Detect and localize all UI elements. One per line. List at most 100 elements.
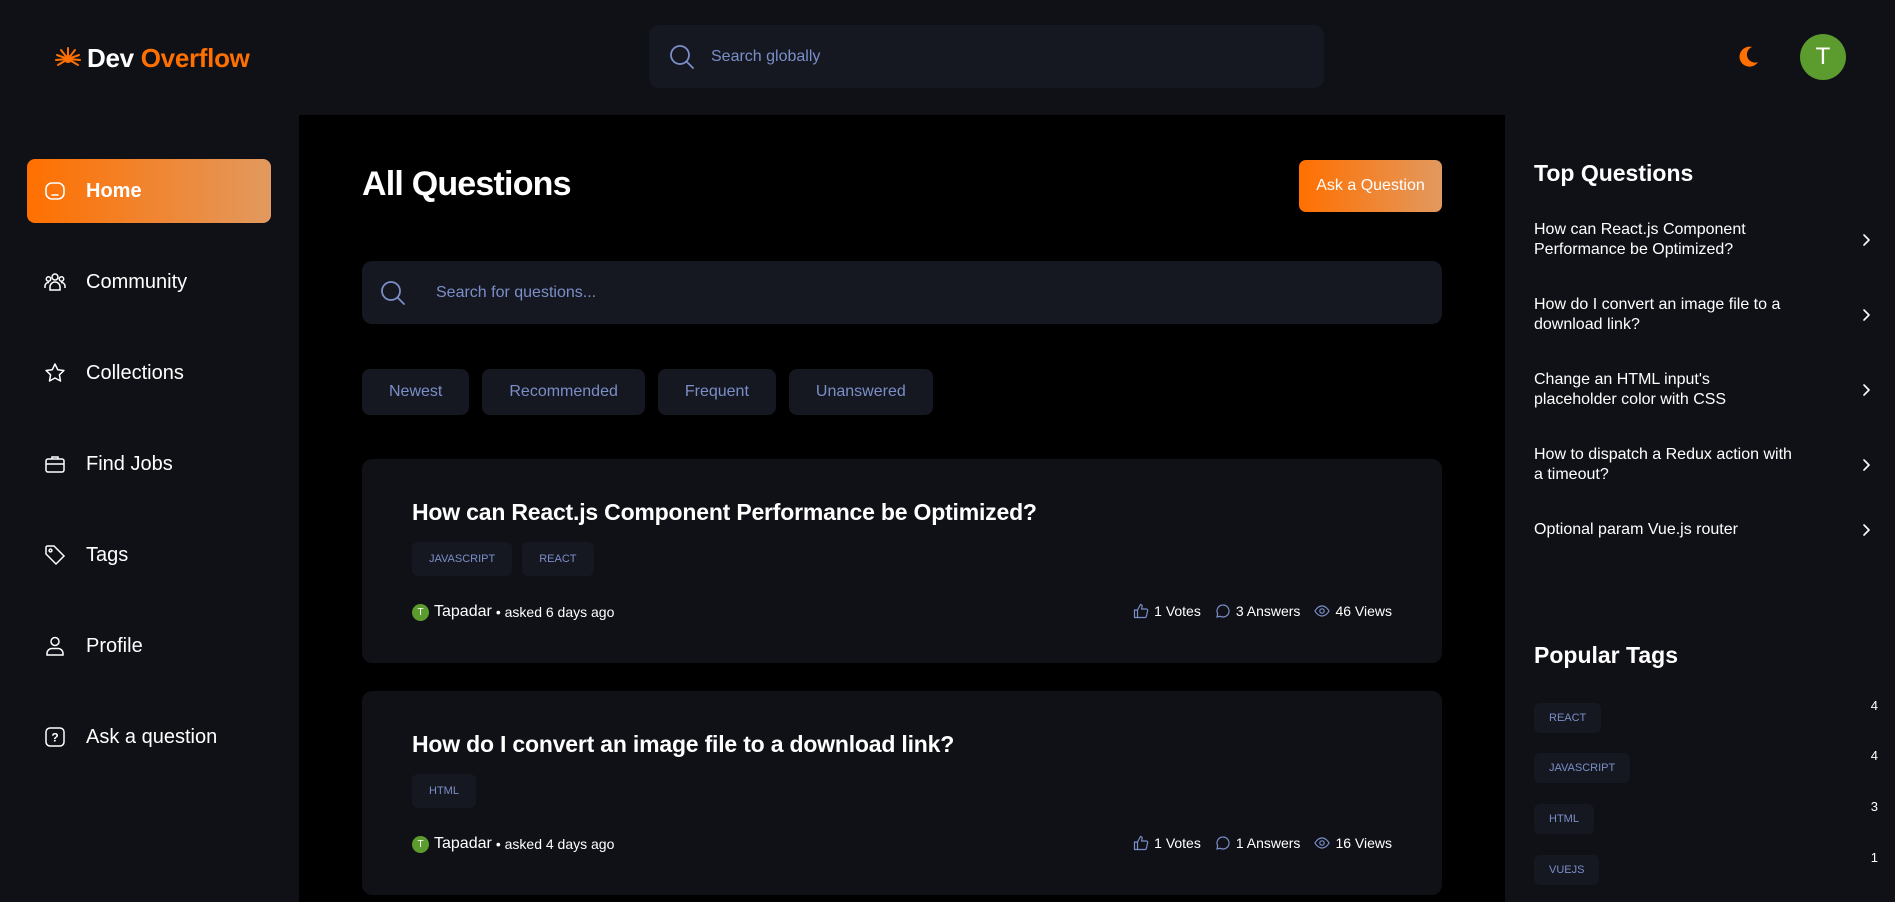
sidebar-item-label: Find Jobs bbox=[86, 452, 173, 475]
filter-newest[interactable]: Newest bbox=[362, 369, 470, 415]
global-search-input[interactable] bbox=[711, 47, 1324, 66]
popular-tag[interactable]: HTML bbox=[1534, 804, 1594, 834]
top-question-item[interactable]: Optional param Vue.js router bbox=[1534, 520, 1874, 540]
sidebar-item-label: Profile bbox=[86, 634, 143, 657]
top-question-text: Change an HTML input's placeholder color… bbox=[1534, 371, 1727, 408]
page-title: All Questions bbox=[362, 165, 572, 203]
author-name[interactable]: Tapadar bbox=[434, 835, 492, 853]
answers-stat: 1 Answers bbox=[1215, 835, 1301, 851]
answers-stat: 3 Answers bbox=[1215, 603, 1301, 619]
popular-tag[interactable]: VUEJS bbox=[1534, 855, 1600, 885]
sidebar-item-home[interactable]: Home bbox=[27, 159, 271, 223]
sunburst-logo-icon bbox=[53, 44, 83, 74]
answers-count: 3 Answers bbox=[1235, 603, 1301, 619]
question-meta: T Tapadar • asked 6 days ago bbox=[412, 603, 614, 621]
top-question-text: How can React.js Component Performance b… bbox=[1534, 221, 1746, 258]
logo[interactable]: Dev Overflow bbox=[53, 43, 250, 74]
thumbs-up-icon bbox=[1133, 835, 1149, 851]
sidebar-item-collections[interactable]: Collections bbox=[27, 341, 271, 405]
sidebar-item-label: Tags bbox=[86, 543, 129, 566]
sidebar-item-label: Community bbox=[86, 270, 188, 293]
question-card: How do I convert an image file to a down… bbox=[362, 691, 1442, 895]
sidebar-item-find-jobs[interactable]: Find Jobs bbox=[27, 432, 271, 496]
chevron-right-icon bbox=[1858, 232, 1874, 248]
right-sidebar: Top Questions How can React.js Component… bbox=[1505, 115, 1895, 902]
sidebar-item-label: Ask a question bbox=[86, 725, 218, 748]
star-icon bbox=[44, 362, 66, 384]
search-icon bbox=[669, 44, 695, 70]
author-avatar[interactable]: T bbox=[412, 835, 429, 853]
sidebar-item-tags[interactable]: Tags bbox=[27, 523, 271, 587]
asked-time: • asked 6 days ago bbox=[495, 604, 615, 620]
question-search-bar[interactable] bbox=[362, 261, 1442, 324]
sidebar-item-ask-question[interactable]: ? Ask a question bbox=[27, 705, 271, 769]
author-name[interactable]: Tapadar bbox=[434, 603, 492, 621]
sidebar-item-label: Home bbox=[86, 179, 142, 202]
home-icon bbox=[44, 180, 66, 202]
popular-tag-count: 1 bbox=[1870, 850, 1878, 865]
question-icon: ? bbox=[44, 726, 66, 748]
tag-badge[interactable]: HTML bbox=[412, 774, 476, 808]
author-avatar[interactable]: T bbox=[412, 603, 429, 621]
chevron-right-icon bbox=[1858, 457, 1874, 473]
top-question-text: Optional param Vue.js router bbox=[1534, 521, 1738, 538]
popular-tag[interactable]: REACT bbox=[1534, 703, 1602, 733]
eye-icon bbox=[1314, 835, 1331, 851]
top-question-text: How do I convert an image file to a down… bbox=[1534, 296, 1781, 333]
votes-count: 1 Votes bbox=[1154, 603, 1201, 619]
popular-tag-count: 3 bbox=[1870, 799, 1878, 814]
sidebar-item-community[interactable]: Community bbox=[27, 250, 271, 314]
filter-recommended[interactable]: Recommended bbox=[482, 369, 645, 415]
question-search-input[interactable] bbox=[436, 283, 1442, 302]
svg-text:?: ? bbox=[51, 731, 58, 745]
chevron-right-icon bbox=[1858, 382, 1874, 398]
question-title[interactable]: How can React.js Component Performance b… bbox=[412, 499, 1037, 526]
tag-badge[interactable]: REACT bbox=[522, 542, 594, 576]
filter-bar: Newest Recommended Frequent Unanswered bbox=[362, 369, 933, 415]
top-questions-title: Top Questions bbox=[1534, 160, 1694, 186]
sidebar-item-profile[interactable]: Profile bbox=[27, 614, 271, 678]
user-icon bbox=[44, 635, 66, 657]
users-icon bbox=[44, 271, 66, 293]
votes-stat: 1 Votes bbox=[1133, 603, 1201, 619]
avatar[interactable]: T bbox=[1800, 34, 1846, 80]
global-search-bar[interactable] bbox=[649, 25, 1324, 88]
logo-word-overflow: Overflow bbox=[140, 43, 250, 73]
top-question-item[interactable]: How to dispatch a Redux action with a ti… bbox=[1534, 445, 1874, 485]
logo-word-dev: Dev bbox=[87, 43, 134, 73]
left-sidebar: Home Community Collections Find Jobs Tag… bbox=[0, 115, 299, 902]
top-question-item[interactable]: How can React.js Component Performance b… bbox=[1534, 220, 1874, 260]
votes-count: 1 Votes bbox=[1154, 835, 1201, 851]
popular-tags-title: Popular Tags bbox=[1534, 642, 1678, 668]
answers-count: 1 Answers bbox=[1235, 835, 1301, 851]
views-count: 46 Views bbox=[1335, 603, 1392, 619]
popular-tag-count: 4 bbox=[1870, 698, 1878, 713]
filter-frequent[interactable]: Frequent bbox=[657, 369, 776, 415]
ask-question-button[interactable]: Ask a Question bbox=[1299, 160, 1442, 212]
chevron-right-icon bbox=[1858, 307, 1874, 323]
message-icon bbox=[1215, 835, 1231, 851]
moon-icon[interactable] bbox=[1735, 44, 1761, 70]
logo-text: Dev Overflow bbox=[87, 43, 250, 74]
question-card: How can React.js Component Performance b… bbox=[362, 459, 1442, 663]
search-icon bbox=[380, 280, 406, 306]
briefcase-icon bbox=[44, 453, 66, 475]
filter-unanswered[interactable]: Unanswered bbox=[788, 369, 933, 415]
question-meta: T Tapadar • asked 4 days ago bbox=[412, 835, 614, 853]
top-navbar: Dev Overflow T bbox=[0, 0, 1895, 115]
question-title[interactable]: How do I convert an image file to a down… bbox=[412, 731, 954, 758]
tag-icon bbox=[44, 544, 66, 566]
popular-tag[interactable]: JAVASCRIPT bbox=[1534, 753, 1631, 783]
top-question-item[interactable]: Change an HTML input's placeholder color… bbox=[1534, 370, 1874, 410]
top-question-text: How to dispatch a Redux action with a ti… bbox=[1534, 446, 1792, 483]
views-count: 16 Views bbox=[1335, 835, 1392, 851]
views-stat: 46 Views bbox=[1314, 603, 1392, 619]
main-content: All Questions Ask a Question Newest Reco… bbox=[299, 115, 1505, 902]
asked-time: • asked 4 days ago bbox=[495, 836, 615, 852]
top-question-item[interactable]: How do I convert an image file to a down… bbox=[1534, 295, 1874, 335]
message-icon bbox=[1215, 603, 1231, 619]
chevron-right-icon bbox=[1858, 522, 1874, 538]
question-tags: JAVASCRIPT REACT bbox=[412, 542, 594, 576]
tag-badge[interactable]: JAVASCRIPT bbox=[412, 542, 513, 576]
question-tags: HTML bbox=[412, 774, 476, 808]
